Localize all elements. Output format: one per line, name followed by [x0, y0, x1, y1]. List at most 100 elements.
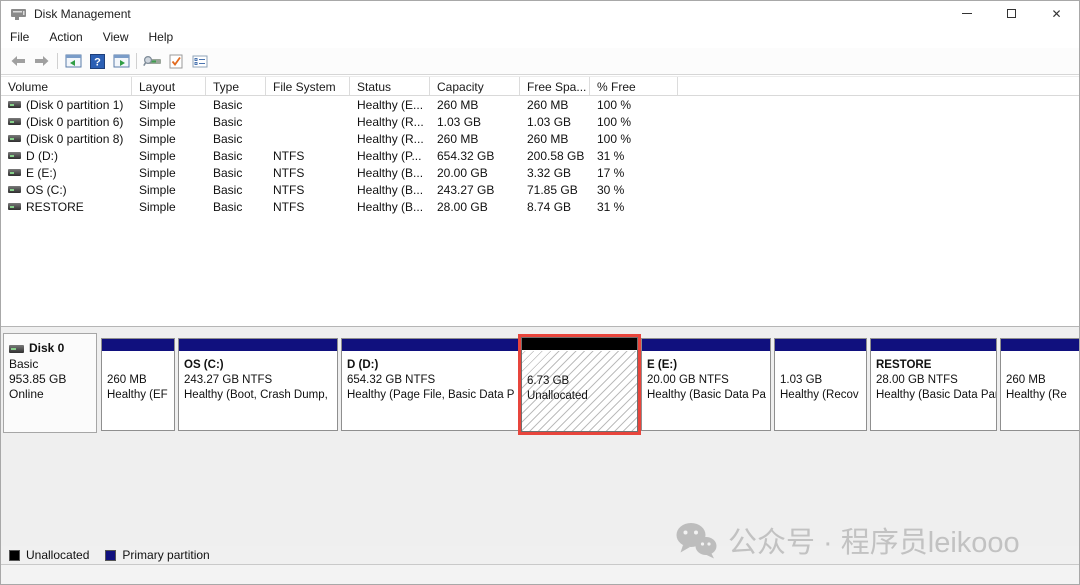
title-bar: Disk Management ✕ — [1, 1, 1079, 26]
volume-icon — [8, 186, 21, 193]
table-row[interactable]: (Disk 0 partition 6) Simple Basic Health… — [1, 113, 1080, 130]
column-header-file-system[interactable]: File System — [266, 77, 350, 95]
column-header-pct-free[interactable]: % Free — [590, 77, 678, 95]
cell-status: Healthy (E... — [350, 98, 430, 112]
cell-layout: Simple — [132, 149, 206, 163]
menu-bar: File Action View Help — [1, 26, 1079, 48]
partition-block-restore[interactable]: RESTORE 28.00 GB NTFS Healthy (Basic Dat… — [870, 338, 997, 431]
cell-pct-free: 100 % — [590, 98, 678, 112]
menu-file[interactable]: File — [5, 27, 39, 47]
primary-partition-bar — [102, 339, 174, 352]
partition-block-recovery1[interactable]: 1.03 GB Healthy (Recov — [774, 338, 867, 431]
disk-icon — [9, 345, 24, 353]
primary-partition-swatch-icon — [105, 550, 116, 561]
legend-primary-label: Primary partition — [122, 548, 209, 562]
cell-free: 260 MB — [520, 132, 590, 146]
cell-pct-free: 31 % — [590, 149, 678, 163]
rescan-disks-icon[interactable] — [140, 50, 164, 72]
minimize-button[interactable] — [944, 1, 989, 26]
primary-partition-bar — [1001, 339, 1080, 352]
check-disk-icon[interactable] — [164, 50, 188, 72]
partition-block-d[interactable]: D (D:) 654.32 GB NTFS Healthy (Page File… — [341, 338, 519, 431]
unallocated-swatch-icon — [9, 550, 20, 561]
partition-status: Healthy (EF — [107, 388, 173, 403]
cell-pct-free: 100 % — [590, 115, 678, 129]
partition-title: E (E:) — [647, 358, 769, 373]
forward-icon[interactable] — [30, 50, 54, 72]
column-header-layout[interactable]: Layout — [132, 77, 206, 95]
cell-free: 260 MB — [520, 98, 590, 112]
svg-text:?: ? — [94, 56, 101, 68]
column-header-free-space[interactable]: Free Spa... — [520, 77, 590, 95]
column-header-capacity[interactable]: Capacity — [430, 77, 520, 95]
disk0-info-panel[interactable]: Disk 0 Basic 953.85 GB Online — [3, 333, 97, 433]
menu-help[interactable]: Help — [139, 27, 184, 47]
window-controls: ✕ — [944, 1, 1079, 26]
partition-block-e[interactable]: E (E:) 20.00 GB NTFS Healthy (Basic Data… — [641, 338, 771, 431]
close-icon: ✕ — [1051, 8, 1061, 20]
toolbar-separator — [136, 53, 137, 69]
properties-list-icon[interactable] — [188, 50, 212, 72]
cell-type: Basic — [206, 115, 266, 129]
cell-capacity: 260 MB — [430, 132, 520, 146]
cell-type: Basic — [206, 98, 266, 112]
partition-block-unallocated[interactable]: 6.73 GB Unallocated — [521, 337, 638, 432]
cell-layout: Simple — [132, 183, 206, 197]
cell-pct-free: 31 % — [590, 200, 678, 214]
column-header-status[interactable]: Status — [350, 77, 430, 95]
table-row[interactable]: (Disk 0 partition 8) Simple Basic Health… — [1, 130, 1080, 147]
volume-icon — [8, 135, 21, 142]
partition-status: Healthy (Basic Data Pa — [647, 388, 769, 403]
volume-name: OS (C:) — [26, 183, 67, 197]
legend-unallocated-label: Unallocated — [26, 548, 89, 562]
table-row[interactable]: (Disk 0 partition 1) Simple Basic Health… — [1, 96, 1080, 113]
volume-icon — [8, 101, 21, 108]
volume-name: (Disk 0 partition 6) — [26, 115, 123, 129]
table-row[interactable]: D (D:) Simple Basic NTFS Healthy (P... 6… — [1, 147, 1080, 164]
cell-status: Healthy (P... — [350, 149, 430, 163]
cell-pct-free: 100 % — [590, 132, 678, 146]
column-header-volume[interactable]: Volume — [1, 77, 132, 95]
cell-capacity: 260 MB — [430, 98, 520, 112]
column-header-type[interactable]: Type — [206, 77, 266, 95]
disk-size: 953.85 GB — [9, 372, 96, 387]
cell-fs: NTFS — [266, 183, 350, 197]
partition-block-efi[interactable]: 260 MB Healthy (EF — [101, 338, 175, 431]
selection-highlight: 6.73 GB Unallocated — [518, 334, 641, 435]
cell-free: 71.85 GB — [520, 183, 590, 197]
disk-management-window: Disk Management ✕ File Action View Help — [0, 0, 1080, 585]
help-icon[interactable]: ? — [85, 50, 109, 72]
maximize-button[interactable] — [989, 1, 1034, 26]
table-row[interactable]: E (E:) Simple Basic NTFS Healthy (B... 2… — [1, 164, 1080, 181]
close-button[interactable]: ✕ — [1034, 1, 1079, 26]
show-console-tree-icon[interactable] — [61, 50, 85, 72]
menu-view[interactable]: View — [93, 27, 139, 47]
cell-layout: Simple — [132, 98, 206, 112]
cell-pct-free: 30 % — [590, 183, 678, 197]
partition-size: 260 MB — [107, 373, 173, 388]
window-title: Disk Management — [34, 7, 944, 21]
cell-capacity: 654.32 GB — [430, 149, 520, 163]
cell-status: Healthy (B... — [350, 200, 430, 214]
partition-block-recovery2[interactable]: 260 MB Healthy (Re — [1000, 338, 1080, 431]
partition-size: 20.00 GB NTFS — [647, 373, 769, 388]
cell-free: 1.03 GB — [520, 115, 590, 129]
volume-list-header: Volume Layout Type File System Status Ca… — [1, 76, 1080, 96]
volume-name: D (D:) — [26, 149, 58, 163]
volume-icon — [8, 152, 21, 159]
back-icon[interactable] — [6, 50, 30, 72]
show-action-pane-icon[interactable] — [109, 50, 133, 72]
menu-action[interactable]: Action — [39, 27, 92, 47]
table-row[interactable]: RESTORE Simple Basic NTFS Healthy (B... … — [1, 198, 1080, 215]
graphical-view-pane: Disk 0 Basic 953.85 GB Online 260 MB Hea… — [1, 326, 1080, 585]
partition-size: 6.73 GB — [527, 374, 588, 389]
partition-status: Healthy (Recov — [780, 388, 865, 403]
toolbar-separator — [57, 53, 58, 69]
table-row[interactable]: OS (C:) Simple Basic NTFS Healthy (B... … — [1, 181, 1080, 198]
cell-fs: NTFS — [266, 149, 350, 163]
primary-partition-bar — [342, 339, 518, 352]
partition-block-os-c[interactable]: OS (C:) 243.27 GB NTFS Healthy (Boot, Cr… — [178, 338, 338, 431]
partition-title: RESTORE — [876, 358, 995, 373]
partition-status: Healthy (Page File, Basic Data P — [347, 388, 517, 403]
volume-name: E (E:) — [26, 166, 57, 180]
